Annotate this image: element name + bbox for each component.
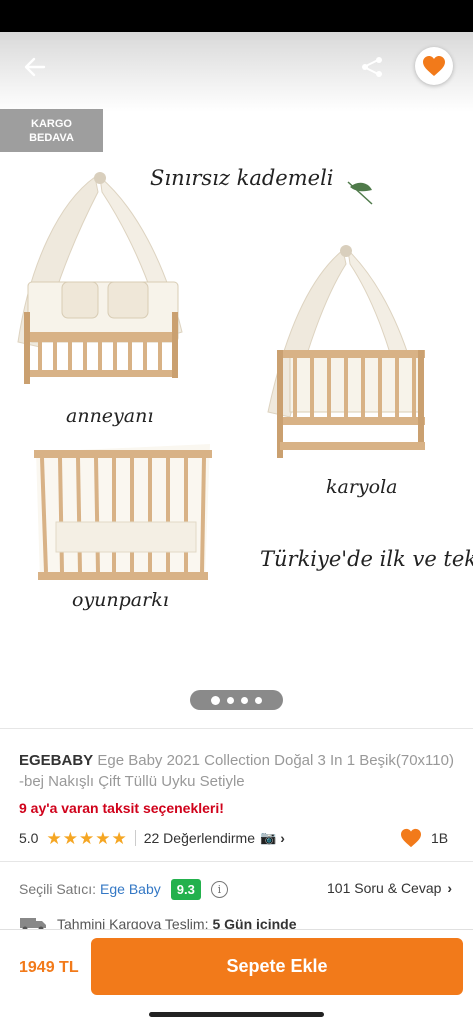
gallery-pager[interactable] <box>190 690 283 710</box>
share-button[interactable] <box>355 50 389 84</box>
arrow-left-icon <box>24 57 46 77</box>
product-image-gallery[interactable]: KARGO BEDAVA Sınırsız kademeli anneyanı … <box>0 32 473 728</box>
badge-line-2: BEDAVA <box>29 132 74 144</box>
free-shipping-badge: KARGO BEDAVA <box>0 109 103 152</box>
leaf-decoration <box>347 181 373 205</box>
badge-line-1: KARGO <box>31 118 72 130</box>
star-icon: ★ <box>78 828 95 848</box>
image-headline-text: Sınırsız kademeli <box>150 166 334 190</box>
back-button[interactable] <box>18 50 52 84</box>
image-label-karyola: karyola <box>326 476 398 498</box>
heart-icon <box>423 56 445 76</box>
likes-count: 1B <box>431 830 449 846</box>
crib-oyunparki-illustration <box>34 444 212 580</box>
questions-answers-link[interactable]: 101 Soru & Cevap › <box>327 880 452 896</box>
star-icon: ★ <box>62 828 78 848</box>
bottom-action-bar: 1949 TL Sepete Ekle <box>0 929 473 1024</box>
heart-icon <box>401 828 421 848</box>
home-indicator <box>149 1012 324 1017</box>
star-icon: ★ <box>111 828 127 848</box>
seller-label: Seçili Satıcı: <box>19 881 97 897</box>
divider <box>0 861 473 862</box>
image-label-anneyani: anneyanı <box>66 405 154 427</box>
brand-name[interactable]: EGEBABY <box>19 752 93 769</box>
seller-name-link[interactable]: Ege Baby <box>100 881 161 897</box>
star-icon: ★ <box>46 828 62 848</box>
seller-score-badge: 9.3 <box>170 878 201 900</box>
pager-dot-3[interactable] <box>241 696 248 704</box>
chevron-right-icon: › <box>447 880 453 896</box>
camera-icon: 📷 <box>260 830 277 845</box>
installment-link[interactable]: 9 ay'a varan taksit seçenekleri! <box>19 800 224 816</box>
separator <box>134 830 136 846</box>
pager-dot-4[interactable] <box>255 696 262 704</box>
star-icon: ★ <box>95 828 111 848</box>
qa-label: 101 Soru & Cevap <box>327 880 442 896</box>
status-bar <box>0 0 473 32</box>
product-title: EGEBABY Ege Baby 2021 Collection Doğal 3… <box>19 750 459 792</box>
crib-anneyani-illustration <box>17 172 183 384</box>
share-icon <box>362 57 382 77</box>
rating-value: 5.0 <box>19 830 39 846</box>
favorites-count[interactable]: 1B <box>400 828 448 848</box>
image-label-oyunparki: oyunparkı <box>72 589 169 611</box>
pager-dot-2[interactable] <box>227 696 234 704</box>
crib-karyola-illustration <box>267 245 425 458</box>
add-to-cart-button[interactable]: Sepete Ekle <box>91 938 463 995</box>
image-label-turkiye: Türkiye'de ilk ve tek <box>260 547 473 571</box>
reviews-link[interactable]: 22 Değerlendirme <box>144 830 255 846</box>
rating-stars: ★ ★ ★ ★ ★ <box>46 830 126 847</box>
divider <box>0 728 473 729</box>
pager-dot-1[interactable] <box>211 695 220 705</box>
price: 1949 TL <box>19 959 79 976</box>
rating-row[interactable]: 5.0 ★ ★ ★ ★ ★ 22 Değerlendirme 📷 › <box>19 828 454 848</box>
favorite-button[interactable] <box>415 47 453 85</box>
info-icon[interactable]: i <box>210 880 228 898</box>
chevron-right-icon: › <box>280 830 285 846</box>
